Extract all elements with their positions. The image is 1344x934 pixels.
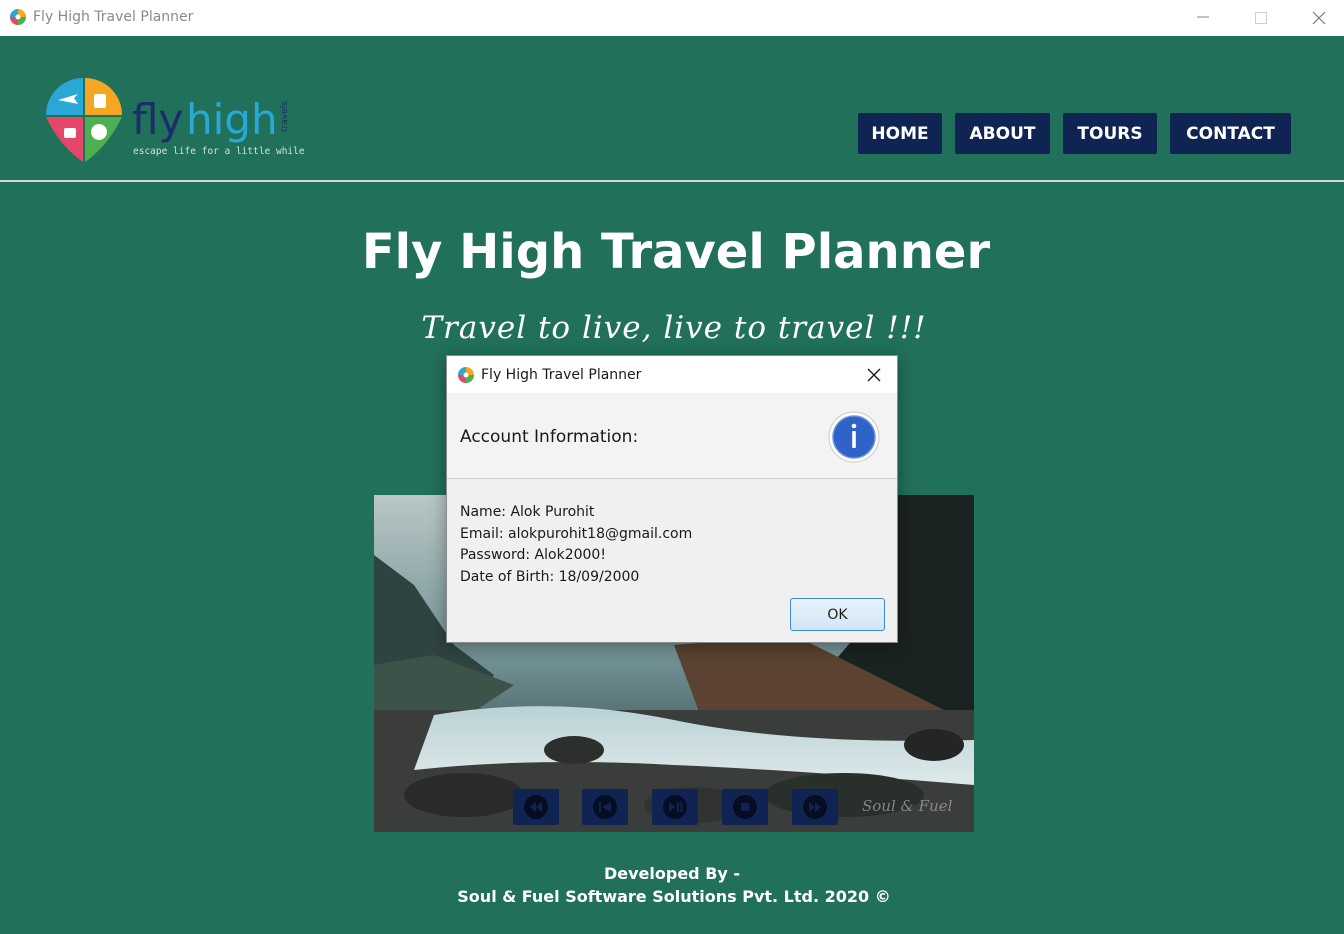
close-icon bbox=[1312, 11, 1326, 25]
account-password: Password: Alok2000! bbox=[460, 547, 606, 563]
dialog-close-icon[interactable] bbox=[865, 366, 883, 384]
nav-tours-button[interactable]: TOURS bbox=[1063, 113, 1157, 154]
play-pause-icon bbox=[663, 795, 687, 819]
account-dob: Date of Birth: 18/09/2000 bbox=[460, 568, 640, 585]
maximize-button[interactable] bbox=[1232, 0, 1290, 36]
stop-button[interactable] bbox=[722, 789, 768, 825]
fast-forward-icon bbox=[803, 795, 827, 819]
play-pause-button[interactable] bbox=[652, 789, 698, 825]
maximize-icon bbox=[1255, 12, 1267, 24]
tagline: Travel to live, live to travel !!! bbox=[421, 310, 927, 346]
previous-button[interactable] bbox=[582, 789, 628, 825]
nav-about-button[interactable]: ABOUT bbox=[955, 113, 1050, 154]
stop-icon bbox=[733, 795, 757, 819]
logo-slogan: escape life for a little while bbox=[133, 146, 304, 157]
minimize-button[interactable] bbox=[1174, 0, 1232, 36]
previous-icon bbox=[593, 795, 617, 819]
dialog-header-label: Account Information: bbox=[460, 427, 639, 447]
footer-developed-by: Developed By - bbox=[603, 864, 741, 883]
account-email: Email: alokpurohit18@gmail.com bbox=[460, 525, 693, 542]
account-name: Name: Alok Purohit bbox=[460, 504, 595, 520]
flyhigh-logo: fly high travels escape life for a littl… bbox=[46, 78, 304, 162]
dialog-header: Account Information: bbox=[447, 393, 897, 479]
footer-company: Soul & Fuel Software Solutions Pvt. Ltd.… bbox=[457, 887, 891, 906]
dialog-body: Name: Alok Purohit Email: alokpurohit18@… bbox=[460, 502, 692, 588]
fast-forward-button[interactable] bbox=[792, 789, 838, 825]
rewind-icon bbox=[524, 795, 548, 819]
logo-brand-high: high bbox=[186, 95, 278, 144]
dialog-title: Fly High Travel Planner bbox=[481, 367, 642, 383]
video-watermark: Soul & Fuel bbox=[862, 797, 953, 815]
nav-contact-button[interactable]: CONTACT bbox=[1170, 113, 1291, 154]
page-title: Fly High Travel Planner bbox=[361, 224, 991, 280]
window-title: Fly High Travel Planner bbox=[33, 9, 194, 25]
logo-vertical-text: travels bbox=[280, 101, 290, 132]
dialog-titlebar: Fly High Travel Planner bbox=[447, 356, 897, 393]
ok-button[interactable]: OK bbox=[790, 598, 885, 631]
info-icon bbox=[828, 411, 880, 463]
close-button[interactable] bbox=[1290, 0, 1344, 36]
app-icon bbox=[10, 9, 26, 25]
app-icon bbox=[458, 367, 474, 383]
rewind-button[interactable] bbox=[513, 789, 559, 825]
header-divider bbox=[0, 180, 1344, 182]
account-info-dialog: Fly High Travel Planner Account Informat… bbox=[446, 355, 898, 643]
minimize-icon bbox=[1197, 16, 1209, 18]
window-titlebar: Fly High Travel Planner bbox=[0, 0, 1344, 36]
logo-brand-fly: fly bbox=[132, 95, 183, 144]
nav-home-button[interactable]: HOME bbox=[858, 113, 942, 154]
